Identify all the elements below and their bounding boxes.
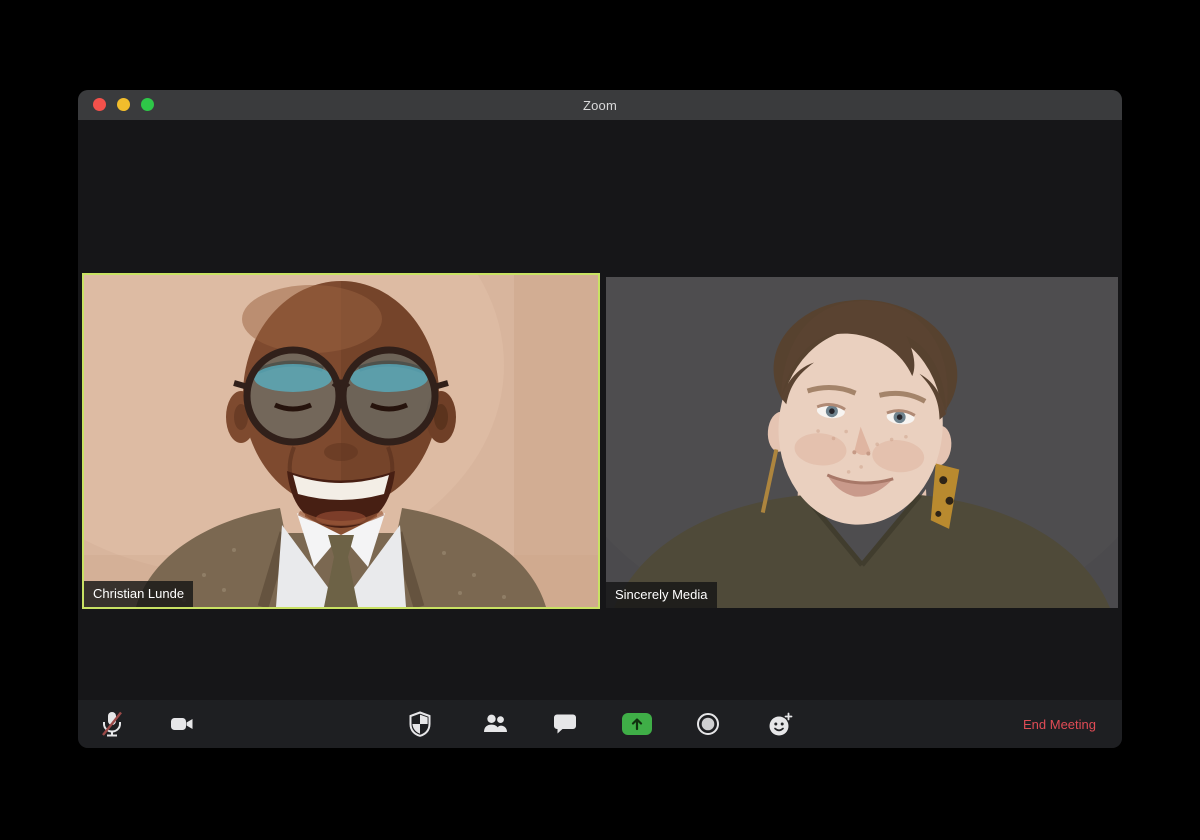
window-titlebar: Zoom xyxy=(78,90,1122,120)
end-meeting-button[interactable]: End Meeting xyxy=(1023,700,1096,748)
record-icon xyxy=(697,713,719,735)
participant-video-christian-lunde xyxy=(84,275,598,607)
participants-button[interactable] xyxy=(475,704,515,744)
participant-name-badge: Christian Lunde xyxy=(84,581,194,607)
reactions-icon xyxy=(769,712,792,735)
security-shield-icon xyxy=(409,711,431,737)
minimize-icon xyxy=(117,98,130,111)
chat-bubble-icon xyxy=(554,714,576,734)
video-button[interactable] xyxy=(162,704,202,744)
meeting-toolbar: End Meeting xyxy=(78,700,1122,748)
participant-name-badge: Sincerely Media xyxy=(606,582,717,608)
window-title: Zoom xyxy=(582,97,618,113)
zoom-app-window: Zoom Christian Lunde Sincerely Media End… xyxy=(78,90,1122,748)
participant-video-sincerely-media xyxy=(606,277,1118,608)
microphone-muted-icon xyxy=(102,711,122,737)
reactions-button[interactable] xyxy=(760,704,800,744)
maximize-window-button[interactable] xyxy=(141,98,154,111)
video-grid: Christian Lunde Sincerely Media xyxy=(78,120,1122,700)
mute-button[interactable] xyxy=(92,704,132,744)
participants-icon xyxy=(483,714,507,732)
minimize-window-button[interactable] xyxy=(117,98,130,111)
video-tile-sincerely-media[interactable]: Sincerely Media xyxy=(606,277,1118,608)
chat-button[interactable] xyxy=(545,704,585,744)
share-screen-button[interactable] xyxy=(617,704,657,744)
video-camera-icon xyxy=(171,718,193,730)
close-icon xyxy=(93,98,106,111)
maximize-icon xyxy=(141,98,154,111)
traffic-lights xyxy=(93,98,154,111)
desktop-background: Zoom Christian Lunde Sincerely Media End… xyxy=(0,0,1200,840)
security-button[interactable] xyxy=(400,704,440,744)
video-tile-christian-lunde[interactable]: Christian Lunde xyxy=(82,273,600,609)
close-window-button[interactable] xyxy=(93,98,106,111)
share-screen-pill xyxy=(622,713,652,735)
share-screen-icon xyxy=(631,718,643,731)
record-button[interactable] xyxy=(688,704,728,744)
